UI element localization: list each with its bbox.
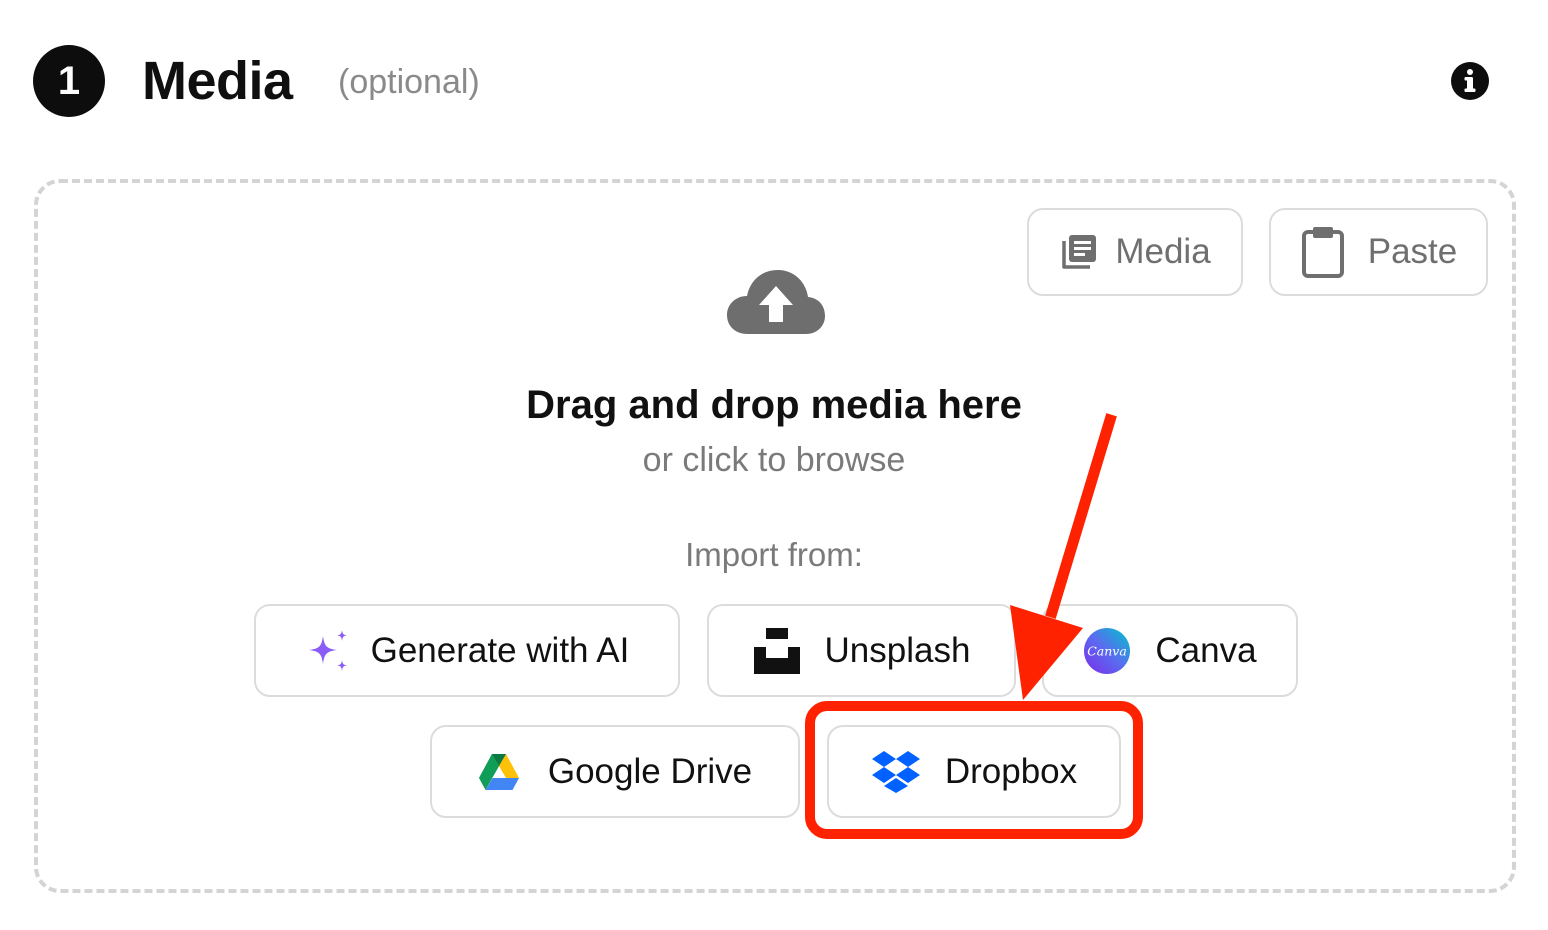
paste-button[interactable]: Paste <box>1269 208 1488 296</box>
unsplash-button[interactable]: Unsplash <box>707 604 1016 697</box>
info-icon[interactable] <box>1450 61 1490 101</box>
paste-label: Paste <box>1367 232 1458 271</box>
step-number-badge: 1 <box>33 45 105 117</box>
canva-logo-text: Canva <box>1088 643 1128 658</box>
google-drive-icon <box>478 753 520 791</box>
google-drive-label: Google Drive <box>547 751 753 791</box>
unsplash-label: Unsplash <box>824 630 971 670</box>
generate-with-ai-button[interactable]: Generate with AI <box>254 604 680 697</box>
media-library-icon <box>1059 232 1099 272</box>
sparkles-icon <box>305 628 351 674</box>
cloud-upload-icon <box>727 270 825 334</box>
media-library-button[interactable]: Media <box>1027 208 1243 296</box>
canva-label: Canva <box>1155 630 1257 670</box>
generate-with-ai-label: Generate with AI <box>370 630 630 670</box>
google-drive-button[interactable]: Google Drive <box>430 725 800 818</box>
canva-button[interactable]: Canva Canva <box>1042 604 1298 697</box>
dropzone-subtitle[interactable]: or click to browse <box>0 438 1548 482</box>
section-title: Media <box>142 51 293 111</box>
import-from-label: Import from: <box>685 536 863 573</box>
clipboard-icon <box>1300 225 1346 279</box>
optional-label: (optional) <box>338 63 480 101</box>
unsplash-icon <box>753 627 801 675</box>
step-number: 1 <box>57 58 81 103</box>
media-library-label: Media <box>1115 232 1211 271</box>
dropbox-highlight-box <box>805 701 1143 839</box>
canva-icon: Canva <box>1083 627 1131 675</box>
dropzone-title: Drag and drop media here <box>526 383 1022 427</box>
